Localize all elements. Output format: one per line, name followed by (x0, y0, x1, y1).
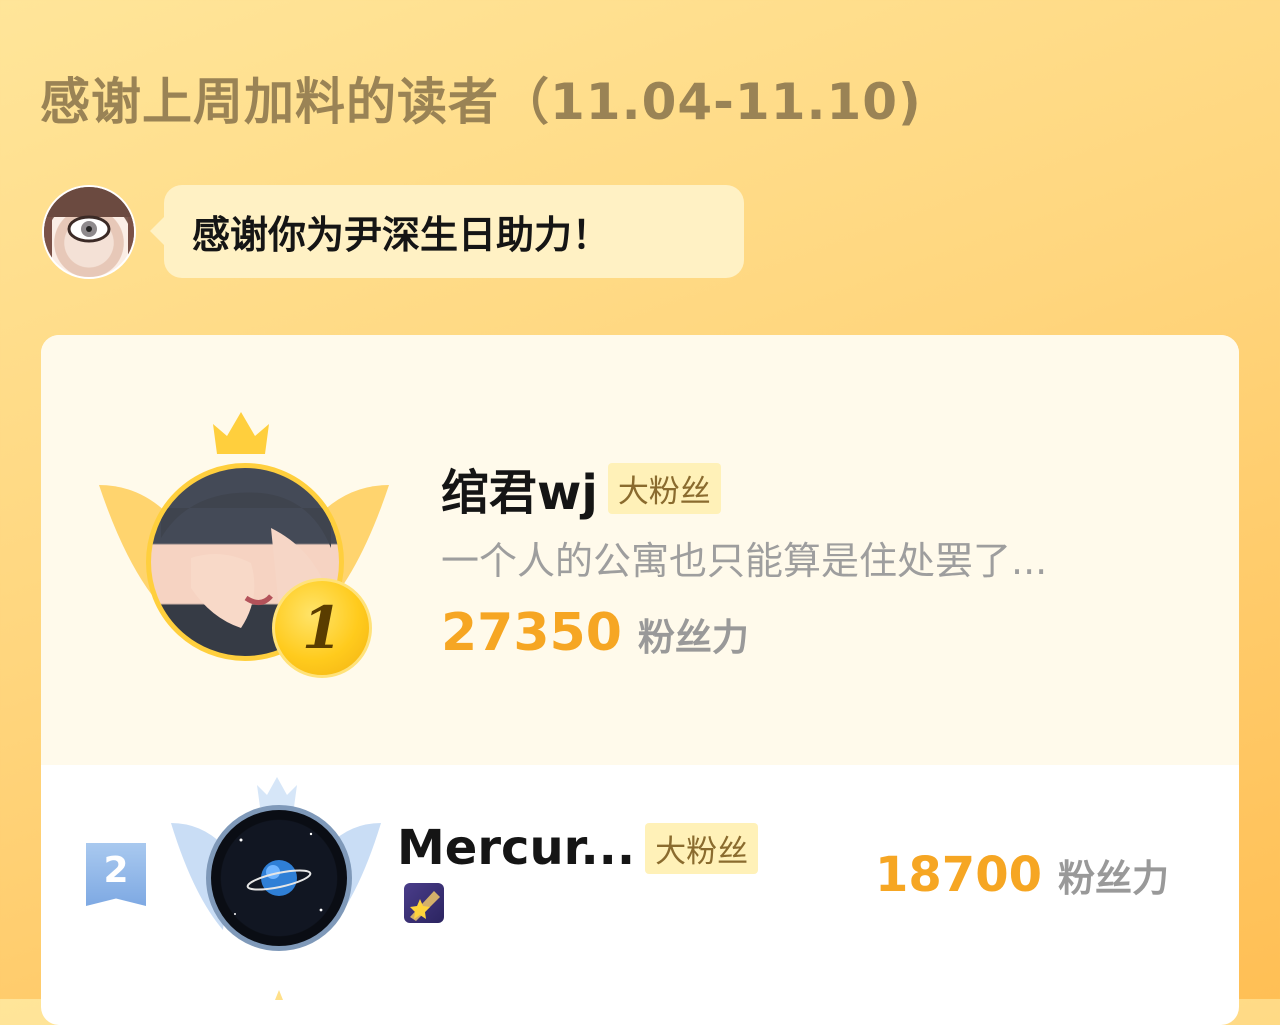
rank-2-entry[interactable]: 2 Mercur... 大粉丝 18700 粉丝力 (41, 765, 1239, 955)
crown-icon (213, 412, 269, 454)
rank-2-avatar-art (234, 832, 323, 915)
host-message-bubble: 感谢你为尹深生日助力！ (150, 185, 744, 278)
rank-1-motto: 一个人的公寓也只能算是住处罢了... (441, 539, 1048, 583)
rank-2-score-label: 粉丝力 (1058, 857, 1169, 900)
rank-1-fan-badge: 大粉丝 (607, 462, 721, 514)
crown-icon (257, 777, 297, 807)
fan-ranking-card: 1 绾君wj 大粉丝 一个人的公寓也只能算是住处罢了... 27350 粉丝力 … (41, 335, 1239, 1025)
rank-1-entry[interactable]: 1 绾君wj 大粉丝 一个人的公寓也只能算是住处罢了... 27350 粉丝力 (41, 335, 1239, 765)
rank-1-score: 27350 粉丝力 (441, 603, 749, 663)
rank-2-score-value: 18700 (875, 847, 1042, 903)
rank-2-name[interactable]: Mercur... (397, 820, 635, 876)
rank-1-name-row: 绾君wj 大粉丝 (441, 453, 721, 523)
host-avatar-art (44, 187, 134, 277)
rank-1-name[interactable]: 绾君wj (441, 453, 598, 523)
page-title: 感谢上周加料的读者（11.04-11.10) (40, 73, 922, 131)
rank-1-medal: 1 (272, 578, 372, 678)
host-avatar (42, 185, 136, 279)
rank-1-score-label: 粉丝力 (637, 616, 749, 659)
rank-1-score-value: 27350 (441, 603, 622, 663)
rank-2-score: 18700 粉丝力 (875, 847, 1169, 903)
rank-2-name-row: Mercur... 大粉丝 (397, 820, 759, 876)
achievement-icon[interactable] (404, 883, 444, 923)
rank-2-avatar[interactable] (206, 805, 352, 951)
rank-2-flag: 2 (86, 843, 146, 906)
rank-2-fan-badge: 大粉丝 (645, 822, 759, 874)
star-icon (410, 891, 440, 921)
host-message: 感谢你为尹深生日助力！ (192, 213, 611, 257)
